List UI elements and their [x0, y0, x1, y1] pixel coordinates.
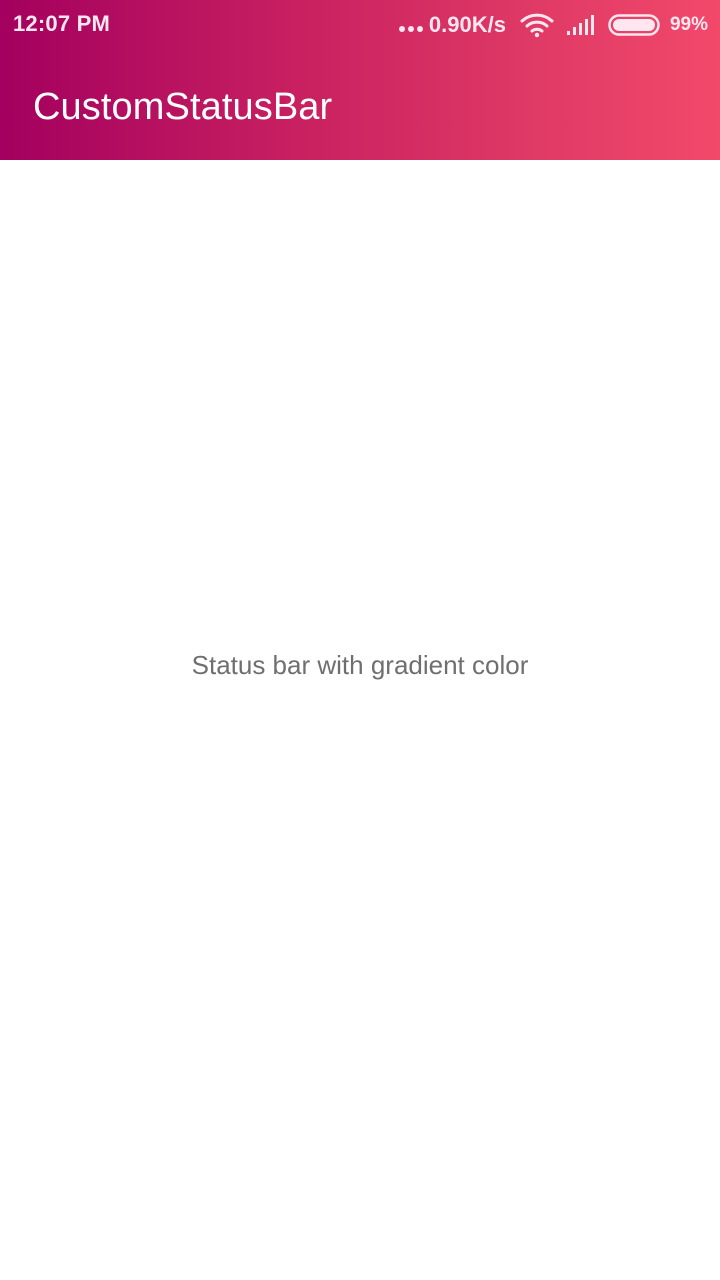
wifi-icon — [520, 13, 554, 38]
more-dots-icon — [398, 26, 423, 32]
app-header: 12:07 PM 0.90K/s 99% CustomStatusBar — [0, 0, 720, 160]
center-message: Status bar with gradient color — [191, 650, 529, 680]
status-time: 12:07 PM — [13, 11, 110, 36]
main-content: Status bar with gradient color — [0, 160, 720, 1280]
battery-icon — [608, 14, 660, 36]
status-bar: 12:07 PM 0.90K/s 99% — [0, 0, 720, 50]
signal-icon — [566, 15, 594, 35]
status-right-group: 0.90K/s 99% — [398, 9, 708, 41]
network-speed: 0.90K/s — [428, 12, 506, 37]
battery-percent: 99% — [669, 14, 708, 35]
app-title: CustomStatusBar — [33, 86, 333, 128]
